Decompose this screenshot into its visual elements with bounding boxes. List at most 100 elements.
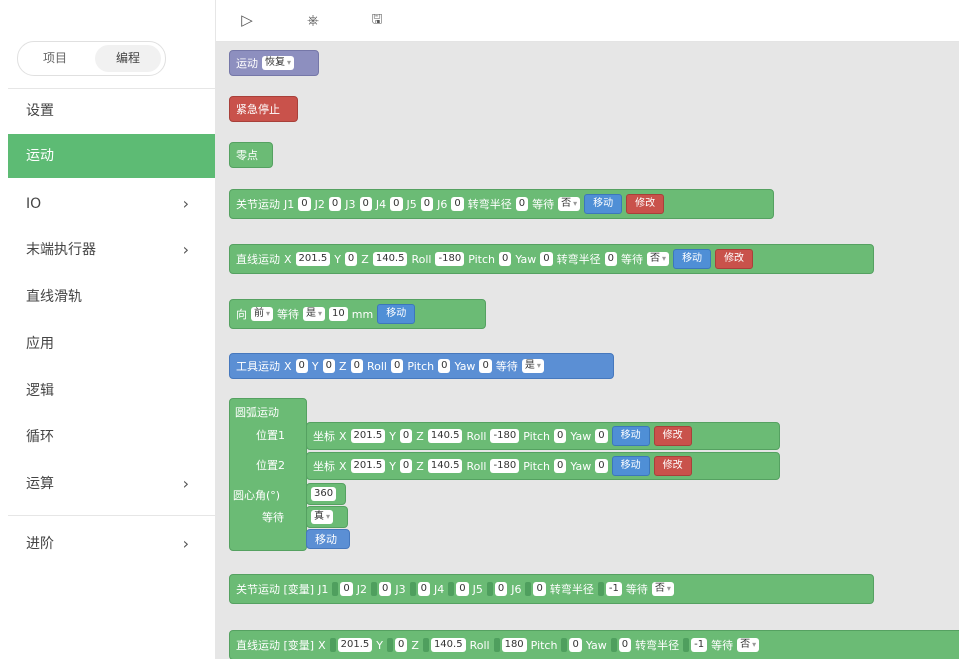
arc-move-block[interactable]: 移动 bbox=[306, 529, 350, 549]
arc-wait-input-block[interactable]: 真 ▾ bbox=[306, 506, 348, 528]
wait-dropdown[interactable]: 否 ▾ bbox=[651, 582, 674, 596]
x-input[interactable]: 201.5 bbox=[295, 252, 331, 266]
z-input[interactable]: 0 bbox=[350, 359, 363, 373]
modify-block[interactable]: 修改 bbox=[653, 426, 692, 446]
arc-position1-coord-block[interactable]: 坐标 X 201.5 Y0 Z 140.5 Roll -180 Pitch 0 Yaw 0… bbox=[306, 422, 780, 450]
z-input[interactable]: 140.5 bbox=[372, 252, 408, 266]
wait-dropdown[interactable]: 是 ▾ bbox=[521, 359, 544, 373]
wait-dropdown[interactable]: 否 ▾ bbox=[737, 638, 760, 652]
j6-input[interactable]: 0 bbox=[533, 582, 546, 596]
arc-position2-coord-block[interactable]: 坐标 X 201.5 Y0 Z 140.5 Roll -180 Pitch 0 Yaw 0… bbox=[306, 452, 780, 480]
y-input[interactable]: 0 bbox=[395, 638, 408, 652]
modify-block[interactable]: 修改 bbox=[626, 194, 665, 214]
yaw-input[interactable]: 0 bbox=[595, 459, 608, 473]
wait-dropdown[interactable]: 否 ▾ bbox=[558, 197, 581, 211]
dropdown-value: 否 bbox=[740, 639, 751, 650]
yaw-input[interactable]: 0 bbox=[595, 429, 608, 443]
modify-block[interactable]: 修改 bbox=[715, 249, 754, 269]
x-input[interactable]: 201.5 bbox=[350, 459, 386, 473]
j5-input[interactable]: 0 bbox=[494, 582, 508, 596]
wait-dropdown[interactable]: 真 ▾ bbox=[311, 510, 334, 524]
roll-input[interactable]: -180 bbox=[435, 252, 465, 266]
wait-dropdown[interactable]: 否 ▾ bbox=[647, 252, 670, 266]
arc-motion-block[interactable]: 圆弧运动 位置1 位置2 圆心角(°) 等待 bbox=[229, 398, 307, 551]
motion-resume-block[interactable]: 运动 恢复 ▾ bbox=[229, 50, 319, 76]
tab-program[interactable]: 编程 bbox=[95, 45, 161, 72]
j3-input[interactable]: 0 bbox=[359, 197, 372, 211]
move-block[interactable]: 移动 bbox=[611, 456, 650, 476]
sidebar-item-linear-rail[interactable]: 直线滑轨 bbox=[8, 275, 215, 319]
yaw-input[interactable]: 0 bbox=[618, 638, 632, 652]
pitch-input[interactable]: 0 bbox=[553, 459, 567, 473]
radius-input[interactable]: 0 bbox=[515, 197, 529, 211]
arc-angle-input-block[interactable]: 360 bbox=[306, 483, 346, 505]
radius-input[interactable]: -1 bbox=[605, 582, 622, 596]
y-input[interactable]: 0 bbox=[399, 429, 413, 443]
y-input[interactable]: 0 bbox=[322, 359, 336, 373]
tool-motion-block[interactable]: 工具运动 X0 Y0 Z0 Roll 0 Pitch 0 Yaw 0 等待 是 ▾ bbox=[229, 353, 614, 379]
j1-input[interactable]: 0 bbox=[340, 582, 353, 596]
sidebar-item-operator[interactable]: 运算 › bbox=[8, 462, 215, 506]
run-icon[interactable]: ▷ bbox=[236, 9, 258, 31]
home-block[interactable]: 零点 bbox=[229, 142, 273, 168]
sidebar-item-application[interactable]: 应用 bbox=[8, 322, 215, 366]
yaw-input[interactable]: 0 bbox=[540, 252, 553, 266]
x-label: X bbox=[318, 638, 326, 652]
debug-icon[interactable]: ⎈ bbox=[302, 9, 324, 31]
roll-input[interactable]: 180 bbox=[501, 638, 527, 652]
j4-input[interactable]: 0 bbox=[456, 582, 469, 596]
z-input[interactable]: 140.5 bbox=[427, 429, 463, 443]
j4-input[interactable]: 0 bbox=[390, 197, 403, 211]
directional-move-block[interactable]: 向 前 ▾ 等待 是 ▾ 10 mm 移动 bbox=[229, 299, 486, 329]
z-input[interactable]: 140.5 bbox=[427, 459, 463, 473]
j2-input[interactable]: 0 bbox=[378, 582, 392, 596]
joint-motion-block[interactable]: 关节运动 J1 0 J2 0 J3 0 J4 0 J5 0 J6 0 转弯半径 0 等待 否 ▾… bbox=[229, 189, 774, 219]
j1-input[interactable]: 0 bbox=[298, 197, 311, 211]
yaw-label: Yaw bbox=[570, 459, 592, 473]
modify-block[interactable]: 修改 bbox=[653, 456, 692, 476]
linear-motion-variable-block[interactable]: 直线运动 [变量] X 201.5 Y0 Z 140.5 Roll 180 Pitch… bbox=[229, 630, 959, 659]
resume-dropdown[interactable]: 恢复 ▾ bbox=[262, 56, 295, 70]
yaw-input[interactable]: 0 bbox=[479, 359, 492, 373]
roll-input[interactable]: -180 bbox=[490, 429, 520, 443]
sidebar-item-logic[interactable]: 逻辑 bbox=[8, 369, 215, 413]
j5-input[interactable]: 0 bbox=[420, 197, 434, 211]
roll-input[interactable]: 0 bbox=[390, 359, 404, 373]
pitch-input[interactable]: 0 bbox=[569, 638, 582, 652]
joint-motion-variable-block[interactable]: 关节运动 [变量] J1 0 J2 0 J3 0 J4 0 J5 0 J6 0 转弯半径 -1… bbox=[229, 574, 874, 604]
sidebar-item-loop[interactable]: 循环 bbox=[8, 415, 215, 459]
wait-dropdown[interactable]: 是 ▾ bbox=[303, 307, 326, 321]
j6-input[interactable]: 0 bbox=[451, 197, 464, 211]
move-block[interactable]: 移动 bbox=[673, 249, 712, 269]
x-input[interactable]: 0 bbox=[295, 359, 308, 373]
sidebar-item-motion[interactable]: 运动 bbox=[8, 134, 215, 178]
sidebar-item-io[interactable]: IO › bbox=[8, 182, 215, 226]
y-input[interactable]: 0 bbox=[399, 459, 413, 473]
angle-input[interactable]: 360 bbox=[311, 487, 337, 501]
j2-input[interactable]: 0 bbox=[328, 197, 342, 211]
pitch-input[interactable]: 0 bbox=[498, 252, 512, 266]
x-input[interactable]: 201.5 bbox=[337, 638, 373, 652]
sidebar-item-end-effector[interactable]: 末端执行器 › bbox=[8, 228, 215, 272]
save-icon[interactable]: 🖫 bbox=[366, 9, 388, 31]
direction-dropdown[interactable]: 前 ▾ bbox=[251, 307, 274, 321]
block-workspace[interactable]: 运动 恢复 ▾ 紧急停止 零点 关节运动 J1 0 J2 0 J3 0 J4 0 J5 0 … bbox=[216, 42, 959, 659]
sidebar-item-advanced[interactable]: 进阶 › bbox=[8, 522, 215, 566]
roll-input[interactable]: -180 bbox=[490, 459, 520, 473]
radius-input[interactable]: -1 bbox=[691, 638, 708, 652]
x-input[interactable]: 201.5 bbox=[350, 429, 386, 443]
linear-motion-block[interactable]: 直线运动 X 201.5 Y0 Z 140.5 Roll -180 Pitch 0 Ya… bbox=[229, 244, 874, 274]
radius-input[interactable]: 0 bbox=[604, 252, 618, 266]
sidebar-item-settings[interactable]: 设置 bbox=[8, 89, 215, 133]
y-input[interactable]: 0 bbox=[344, 252, 358, 266]
move-block[interactable]: 移动 bbox=[611, 426, 650, 446]
move-block[interactable]: 移动 bbox=[584, 194, 623, 214]
tab-project[interactable]: 项目 bbox=[22, 45, 88, 72]
emergency-stop-block[interactable]: 紧急停止 bbox=[229, 96, 298, 122]
j3-input[interactable]: 0 bbox=[417, 582, 430, 596]
z-input[interactable]: 140.5 bbox=[430, 638, 466, 652]
pitch-input[interactable]: 0 bbox=[438, 359, 451, 373]
distance-input[interactable]: 10 bbox=[329, 307, 348, 321]
move-block[interactable]: 移动 bbox=[377, 304, 416, 324]
pitch-input[interactable]: 0 bbox=[553, 429, 567, 443]
